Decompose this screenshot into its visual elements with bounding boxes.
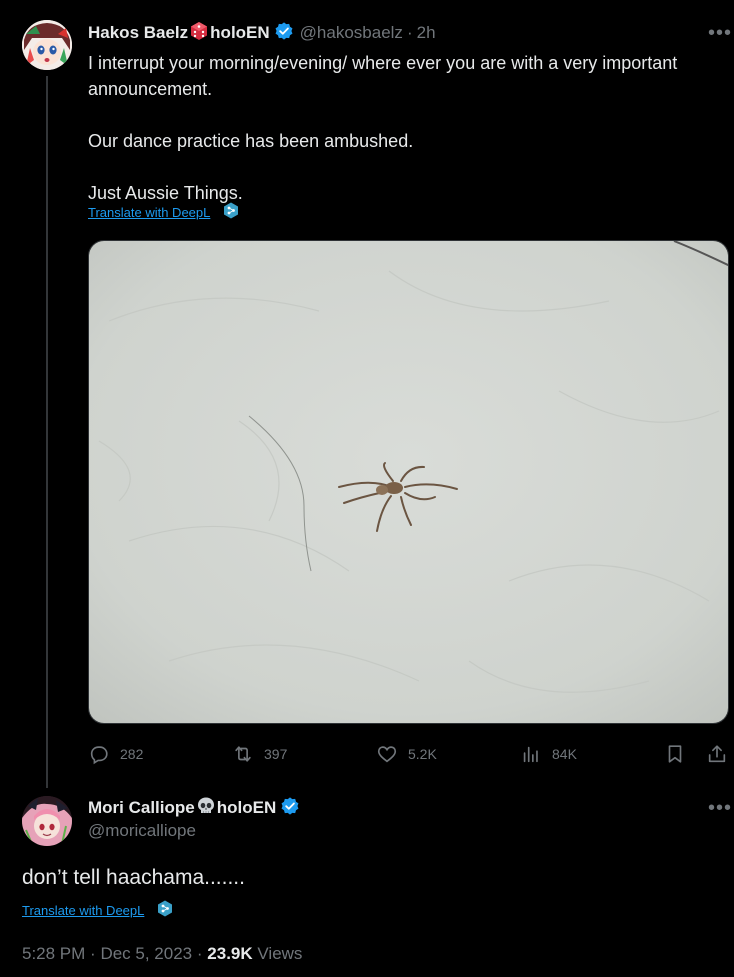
avatar-image bbox=[22, 20, 72, 70]
reply-count: 282 bbox=[120, 746, 144, 762]
mori-calliope-avatar[interactable] bbox=[22, 796, 72, 846]
view-count: 84K bbox=[552, 746, 577, 762]
deepl-icon bbox=[157, 900, 173, 922]
author-name[interactable]: Hakos Baelz bbox=[88, 23, 188, 43]
analytics-icon bbox=[523, 746, 538, 763]
repost-icon bbox=[235, 746, 251, 762]
reply-header: Mori Calliope holoEN bbox=[88, 795, 300, 821]
dot-separator: · bbox=[196, 944, 203, 963]
tweet-image[interactable] bbox=[88, 240, 729, 724]
more-options-icon[interactable]: ••• bbox=[708, 22, 732, 45]
heart-icon bbox=[377, 746, 397, 763]
avatar-image bbox=[22, 796, 72, 846]
bookmark-icon bbox=[668, 745, 682, 763]
repost-count: 397 bbox=[264, 746, 288, 762]
reply-translate-link[interactable]: Translate with DeepL bbox=[22, 903, 144, 918]
reply-date[interactable]: Dec 5, 2023 bbox=[100, 944, 192, 963]
like-count: 5.2K bbox=[408, 746, 437, 762]
reply-more-options-icon[interactable]: ••• bbox=[708, 797, 732, 820]
reply-view-count: 23.9K bbox=[207, 944, 253, 963]
thread-connector-line bbox=[46, 76, 48, 788]
reply-metadata: 5:28 PM · Dec 5, 2023 · 23.9K Views bbox=[22, 944, 302, 964]
views-label: Views bbox=[257, 944, 303, 963]
reply-time[interactable]: 5:28 PM bbox=[22, 944, 85, 963]
reply-author-handle[interactable]: @moricalliope bbox=[88, 821, 196, 841]
verified-badge-icon[interactable] bbox=[274, 21, 294, 46]
author-suffix[interactable]: holoEN bbox=[210, 23, 270, 43]
share-icon bbox=[708, 745, 726, 763]
like-button[interactable]: 5.2K bbox=[376, 742, 437, 766]
deepl-icon bbox=[223, 202, 239, 224]
bookmark-button[interactable] bbox=[664, 742, 696, 766]
repost-button[interactable]: 397 bbox=[232, 742, 287, 766]
hakos-baelz-avatar[interactable] bbox=[22, 20, 72, 70]
translate-link-row: Translate with DeepL bbox=[88, 202, 239, 224]
translate-link[interactable]: Translate with DeepL bbox=[88, 205, 210, 220]
dot-separator: · bbox=[90, 944, 96, 963]
skull-emoji-icon bbox=[196, 796, 216, 821]
reply-author-name[interactable]: Mori Calliope bbox=[88, 798, 195, 818]
reply-author-suffix[interactable]: holoEN bbox=[217, 798, 277, 818]
tweet-header: Hakos Baelz holoEN @hakosbaelz · 2h bbox=[88, 20, 436, 46]
share-button[interactable] bbox=[706, 742, 734, 766]
dot-separator: · bbox=[406, 23, 413, 42]
verified-badge-icon[interactable] bbox=[280, 796, 300, 821]
spider-photo-icon bbox=[89, 241, 728, 723]
reply-button[interactable]: 282 bbox=[88, 742, 143, 766]
dice-emoji-icon bbox=[189, 21, 209, 46]
tweet-text-line: I interrupt your morning/evening/ where … bbox=[88, 53, 678, 99]
tweet-text-line: Our dance practice has been ambushed. bbox=[88, 131, 414, 151]
reply-text: don’t tell haachama....... bbox=[22, 866, 245, 889]
tweet-body: I interrupt your morning/evening/ where … bbox=[88, 50, 728, 206]
reply-translate-row: Translate with DeepL bbox=[22, 900, 173, 922]
tweet-time[interactable]: 2h bbox=[417, 23, 436, 43]
reply-icon bbox=[90, 746, 108, 765]
views-button[interactable]: 84K bbox=[520, 742, 577, 766]
author-handle[interactable]: @hakosbaelz bbox=[300, 23, 403, 43]
